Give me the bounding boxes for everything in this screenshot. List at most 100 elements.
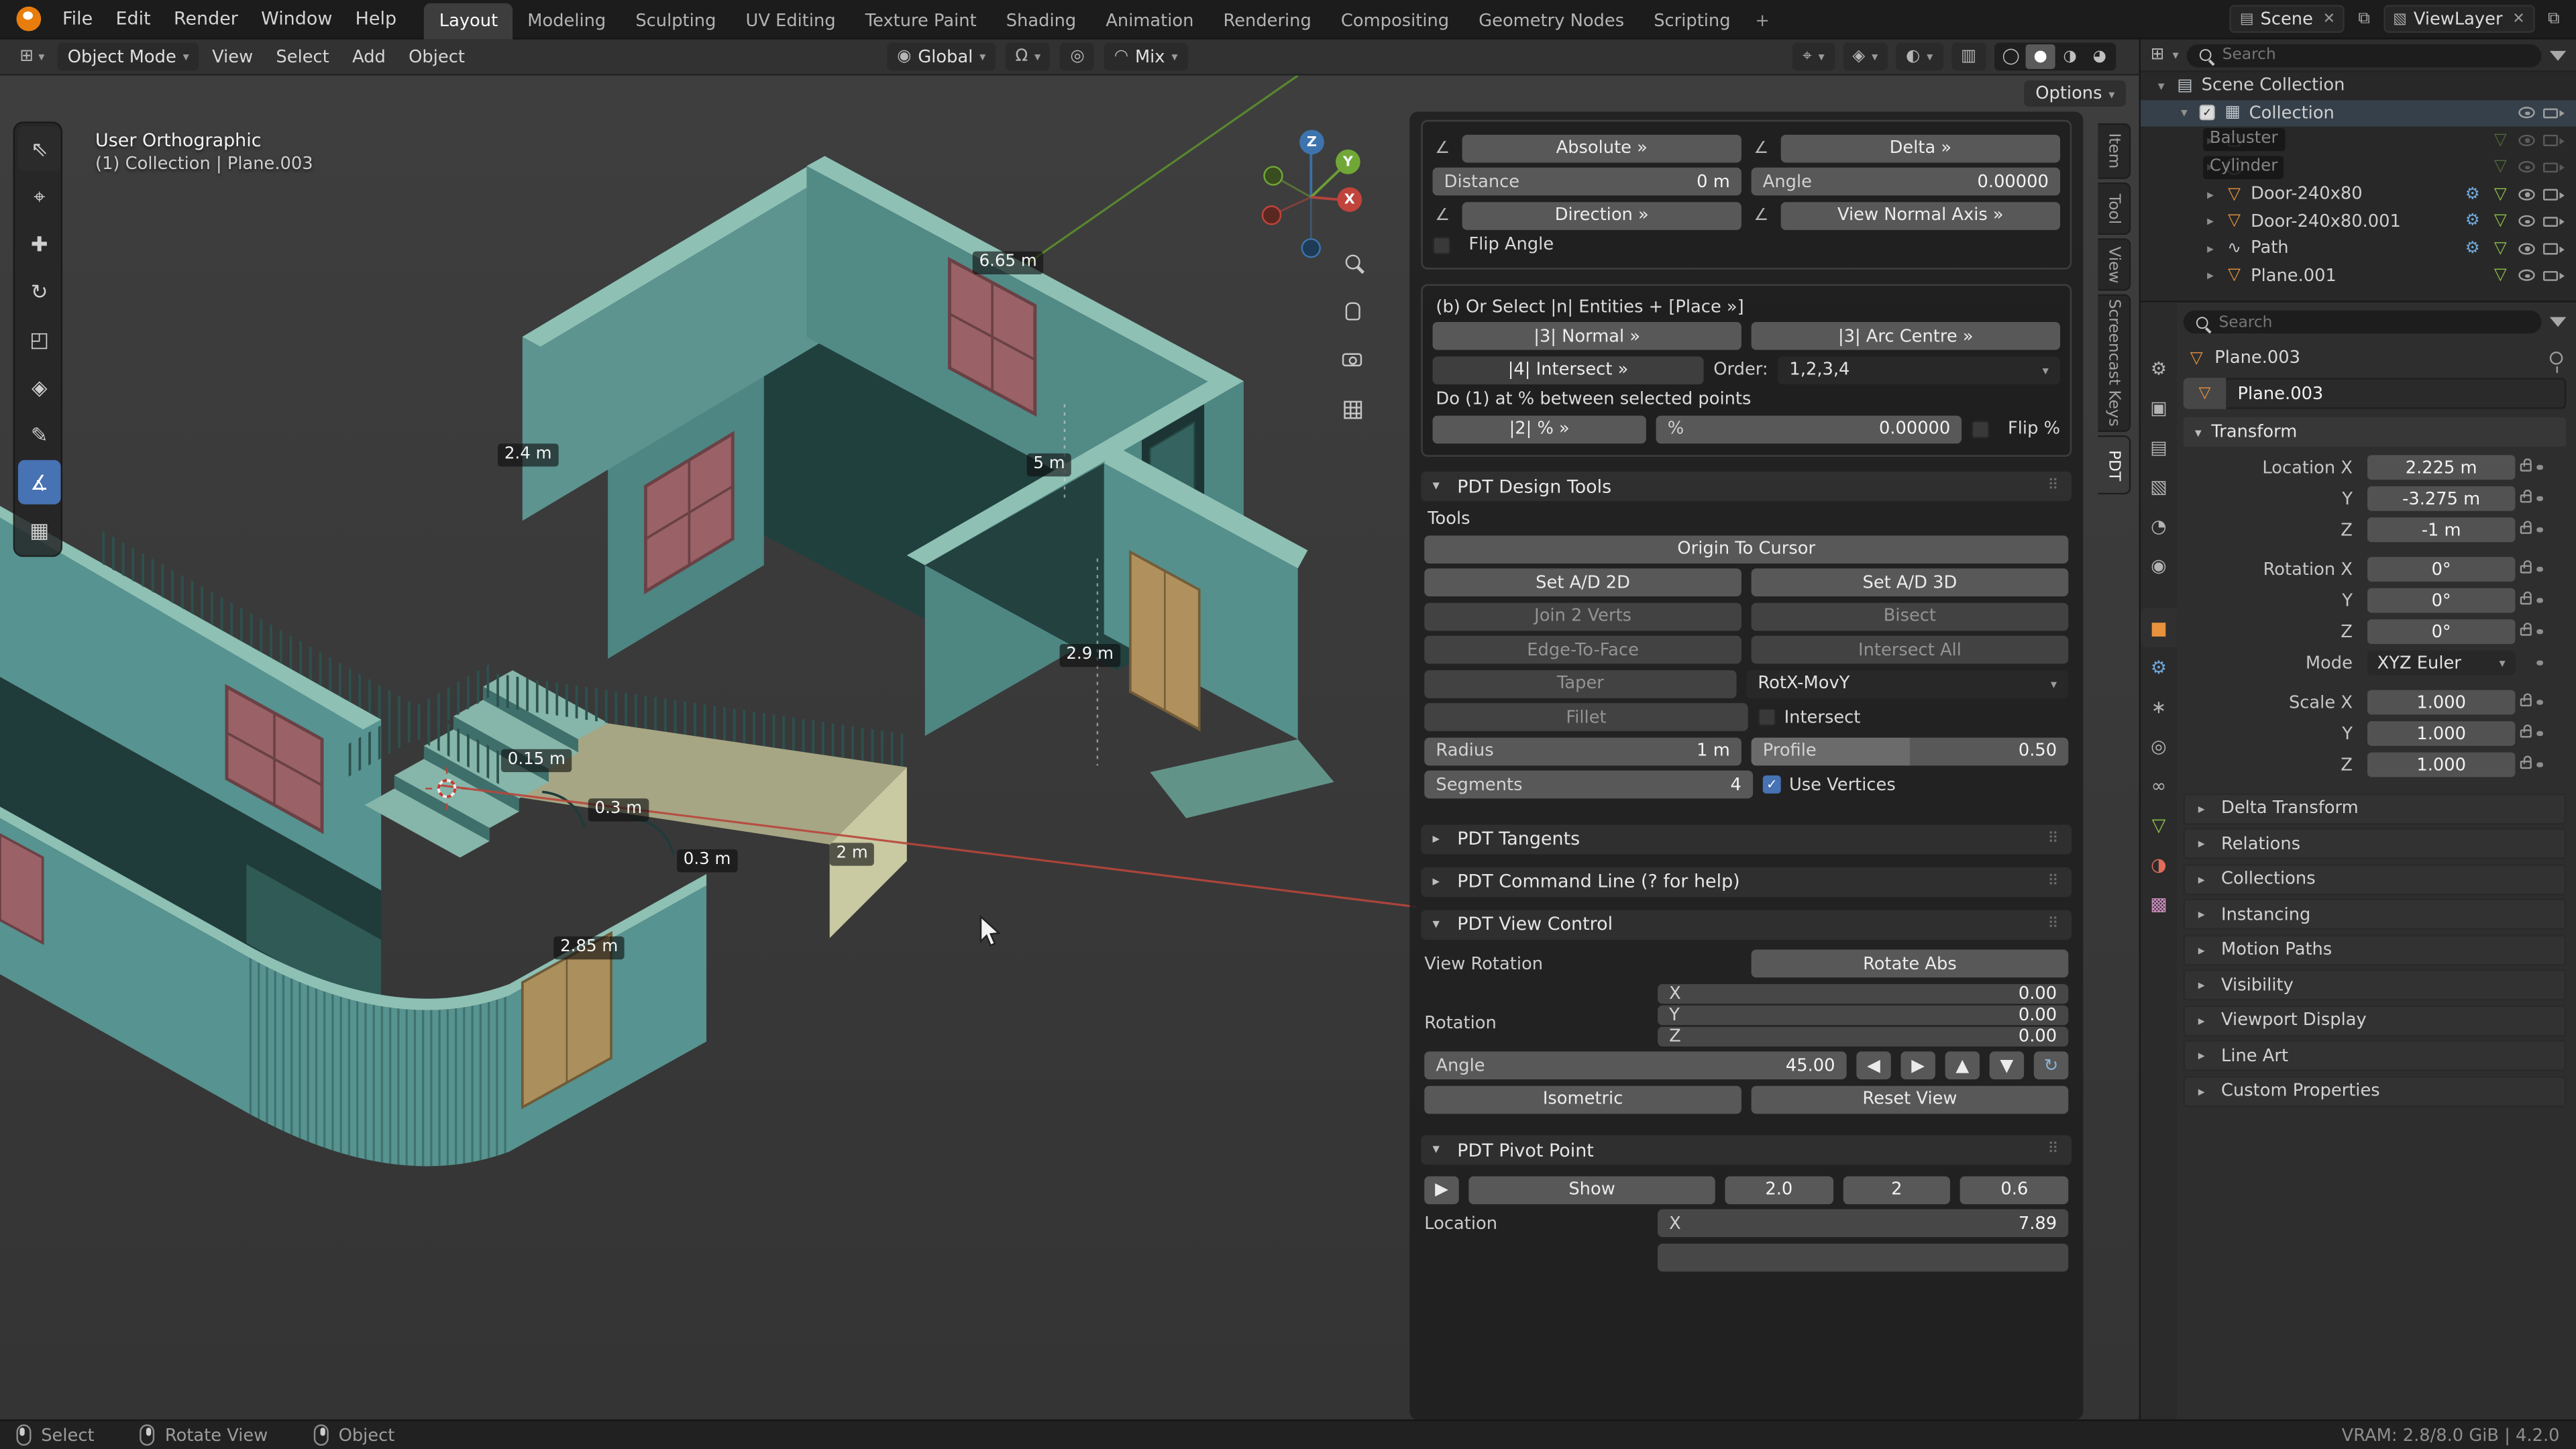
tab-particles[interactable]: ∗	[2141, 687, 2177, 727]
measure-tool[interactable]: ∡	[18, 460, 61, 504]
bisect-button[interactable]: Bisect	[1752, 602, 2069, 631]
intersect-checkbox[interactable]	[1758, 708, 1776, 727]
pdt-tangents-header[interactable]: ▸ PDT Tangents ⠿	[1421, 824, 2072, 853]
tab-scene[interactable]: ◔	[2141, 506, 2177, 545]
tab-physics[interactable]: ◎	[2141, 726, 2177, 765]
pivot-size-field[interactable]: 2.0	[1725, 1175, 1833, 1203]
view-rotation-x-field[interactable]: X 0.00	[1658, 983, 2068, 1003]
expand-icon[interactable]: ▸	[2203, 268, 2218, 283]
animate-decorator[interactable]	[2536, 464, 2542, 470]
workspace-tab-rendering[interactable]: Rendering	[1208, 3, 1326, 39]
rotate-tool[interactable]: ↻	[18, 270, 61, 314]
workspace-tab-texture-paint[interactable]: Texture Paint	[851, 3, 991, 39]
rotation-z-field[interactable]: 0°	[2367, 619, 2515, 644]
animate-decorator[interactable]	[2536, 527, 2542, 533]
view-angle-slider[interactable]: Angle 45.00	[1424, 1051, 1846, 1079]
scale-x-field[interactable]: 1.000	[2367, 690, 2515, 715]
grip-icon[interactable]: ⠿	[2047, 830, 2060, 847]
scene-canvas[interactable]	[0, 76, 1416, 1419]
pdt-delta-button[interactable]: Delta »	[1781, 134, 2060, 162]
pdt-percent-field[interactable]: % 0.00000	[1656, 415, 1962, 443]
location-z-field[interactable]: -1 m	[2367, 517, 2515, 542]
animate-decorator[interactable]	[2536, 762, 2542, 768]
grip-icon[interactable]: ⠿	[2047, 916, 2060, 932]
pdt-angle-field[interactable]: Angle 0.00000	[1752, 168, 2060, 196]
animate-decorator[interactable]	[2536, 629, 2542, 635]
menu-help[interactable]: Help	[344, 0, 409, 39]
animate-decorator[interactable]	[2536, 731, 2542, 737]
location-y-field[interactable]: -3.275 m	[2367, 486, 2515, 511]
segments-field[interactable]: Segments 4	[1424, 771, 1753, 799]
grip-icon[interactable]: ⠿	[2047, 478, 2060, 494]
radius-field[interactable]: Radius 1 m	[1424, 737, 1741, 765]
disable-render-icon[interactable]	[2543, 216, 2558, 227]
hide-eye-icon[interactable]	[2518, 134, 2534, 146]
rotate-down-button[interactable]: ▼	[1990, 1051, 2024, 1079]
disable-render-icon[interactable]	[2543, 270, 2558, 281]
hide-eye-icon[interactable]	[2518, 243, 2534, 254]
tab-view-layer[interactable]: ▧	[2141, 467, 2177, 506]
pin-icon[interactable]	[2550, 352, 2563, 365]
new-scene-icon[interactable]: ⧉	[2358, 10, 2369, 28]
lock-icon[interactable]	[2520, 596, 2532, 604]
lock-icon[interactable]	[2520, 698, 2532, 706]
rotation-mode-dropdown[interactable]: XYZ Euler ▾	[2367, 651, 2515, 676]
section-instancing[interactable]: ▸Instancing	[2184, 899, 2567, 930]
disable-render-icon[interactable]	[2543, 189, 2558, 200]
view-rotation-y-field[interactable]: Y 0.00	[1658, 1005, 2068, 1024]
animate-decorator[interactable]	[2536, 660, 2542, 666]
section-custom-properties[interactable]: ▸Custom Properties	[2184, 1075, 2567, 1107]
use-vertices-checkbox[interactable]: ✓	[1763, 775, 1781, 794]
origin-to-cursor-button[interactable]: Origin To Cursor	[1424, 535, 2068, 563]
roll-view-button[interactable]: ↻	[2034, 1051, 2068, 1079]
location-x-field[interactable]: 2.225 m	[2367, 455, 2515, 480]
gizmo-x-neg-axis[interactable]	[1262, 205, 1281, 225]
workspace-tab-sculpting[interactable]: Sculpting	[621, 3, 731, 39]
flip-percent-checkbox[interactable]	[1972, 420, 1990, 438]
workspace-tab-scripting[interactable]: Scripting	[1639, 3, 1745, 39]
lock-icon[interactable]	[2520, 526, 2532, 534]
section-relations[interactable]: ▸Relations	[2184, 828, 2567, 859]
grip-icon[interactable]: ⠿	[2047, 873, 2060, 890]
workspace-tab-geometry-nodes[interactable]: Geometry Nodes	[1464, 3, 1639, 39]
unlink-scene-icon[interactable]: ✕	[2323, 11, 2335, 27]
tab-render[interactable]: ▣	[2141, 388, 2177, 427]
reset-view-button[interactable]: Reset View	[1752, 1085, 2069, 1114]
tab-object-data[interactable]: ▽	[2141, 805, 2177, 845]
selectability-dropdown[interactable]: ⌖ ▾	[1792, 43, 1834, 71]
menu-edit[interactable]: Edit	[104, 0, 162, 39]
pdt-percent-button[interactable]: |2| % »	[1433, 415, 1646, 443]
properties-search-input[interactable]	[2216, 311, 2530, 333]
menu-file[interactable]: File	[51, 0, 104, 39]
tab-world[interactable]: ◉	[2141, 545, 2177, 585]
pdt-view-normal-button[interactable]: View Normal Axis »	[1781, 201, 2060, 229]
pan-button[interactable]	[1337, 296, 1366, 325]
expand-icon[interactable]: ▸	[2203, 187, 2218, 202]
select-box-tool[interactable]: ⇖	[18, 127, 61, 171]
rotate-right-button[interactable]: ▶	[1900, 1051, 1935, 1079]
transform-orientation-dropdown[interactable]: ◉ Global ▾	[887, 43, 996, 71]
taper-button[interactable]: Taper	[1424, 669, 1736, 698]
scale-tool[interactable]: ◰	[18, 317, 61, 362]
section-delta-transform[interactable]: ▸Delta Transform	[2184, 793, 2567, 824]
outliner-search-input[interactable]	[2219, 44, 2530, 66]
section-visibility[interactable]: ▸Visibility	[2184, 969, 2567, 1001]
pdt-absolute-button[interactable]: Absolute »	[1462, 134, 1741, 162]
pdt-design-tools-header[interactable]: ▾ PDT Design Tools ⠿	[1421, 472, 2072, 501]
section-motion-paths[interactable]: ▸Motion Paths	[2184, 934, 2567, 965]
disable-render-icon[interactable]	[2543, 243, 2558, 254]
hide-eye-icon[interactable]	[2518, 215, 2534, 227]
gizmo-y-axis[interactable]: Y	[1336, 150, 1360, 174]
section-line-art[interactable]: ▸Line Art	[2184, 1040, 2567, 1071]
expand-icon[interactable]: ▸	[2203, 214, 2218, 229]
scale-z-field[interactable]: 1.000	[2367, 753, 2515, 777]
tab-texture[interactable]: ▩	[2141, 884, 2177, 924]
hide-eye-icon[interactable]	[2518, 270, 2534, 281]
pdt-direction-button[interactable]: Direction »	[1462, 201, 1741, 229]
pivot-width-field[interactable]: 2	[1843, 1175, 1951, 1203]
tab-modifiers[interactable]: ⚙	[2141, 647, 2177, 687]
isometric-button[interactable]: Isometric	[1424, 1085, 1741, 1114]
outliner-row-cylinder[interactable]: ▸ ◯ Cylinder ▽	[2141, 154, 2576, 180]
workspace-tab-animation[interactable]: Animation	[1091, 3, 1208, 39]
workspace-tab-shading[interactable]: Shading	[991, 3, 1091, 39]
